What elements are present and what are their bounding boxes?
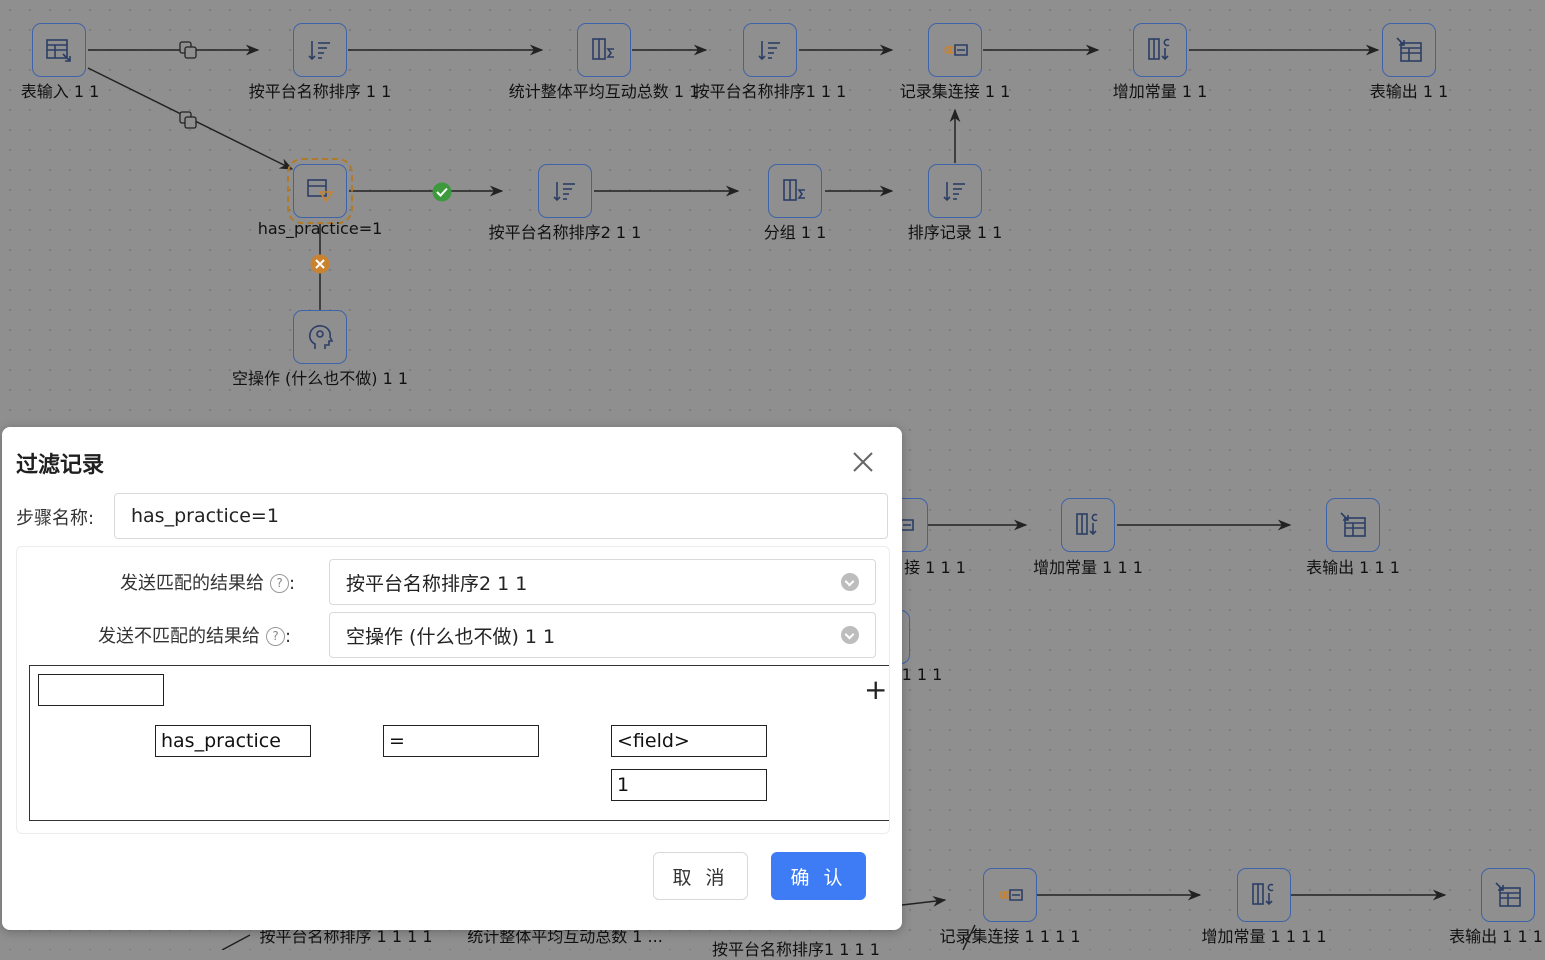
filter-icon <box>307 179 334 203</box>
node-label: 表输入 1 1 <box>20 82 100 101</box>
add-constant-node[interactable] <box>1237 868 1291 922</box>
help-icon[interactable]: ? <box>270 574 289 593</box>
group-by-node[interactable] <box>768 164 822 218</box>
send-true-label: 发送匹配的结果给?: <box>120 573 296 594</box>
node-label: 按平台名称排序1 1 1 1 <box>712 940 880 959</box>
merge-join-node[interactable] <box>983 868 1037 922</box>
table-input-node[interactable] <box>32 23 86 77</box>
add-constant-icon <box>1252 883 1274 906</box>
node-label: 记录集连接 1 1 <box>899 82 1011 101</box>
send-true-select[interactable]: 按平台名称排序2 1 1 <box>329 559 876 605</box>
send-false-label: 发送不匹配的结果给?: <box>98 626 292 647</box>
add-constant-node[interactable] <box>1061 498 1115 552</box>
condition-operator[interactable]: = <box>383 725 539 757</box>
group-by-node[interactable] <box>577 23 631 77</box>
node-label: 排序记录 1 1 <box>907 223 1003 242</box>
table-input-icon <box>46 39 71 62</box>
node-label: 增加常量 1 1 1 1 <box>1201 927 1327 946</box>
add-constant-node[interactable] <box>1133 23 1187 77</box>
node-label: 按平台名称排序1 1 1 <box>693 82 847 101</box>
merge-join-icon <box>999 889 1023 901</box>
step-name-label: 步骤名称: <box>16 508 95 529</box>
chevron-down-icon <box>841 573 859 591</box>
sort-rows-node[interactable] <box>928 164 982 218</box>
table-output-node[interactable] <box>1481 868 1535 922</box>
sort-icon <box>308 41 330 61</box>
sort-icon <box>553 182 575 202</box>
close-icon[interactable] <box>850 449 876 475</box>
copy-hop-icon <box>179 41 197 129</box>
node-label: 按平台名称排序2 1 1 <box>488 223 642 242</box>
add-constant-icon <box>1076 513 1098 536</box>
cancel-button[interactable]: 取 消 <box>653 852 748 900</box>
sort-node[interactable] <box>293 23 347 77</box>
node-label: 按平台名称排序 1 1 <box>248 82 392 101</box>
add-condition-icon[interactable]: + <box>864 676 887 704</box>
sort-node[interactable] <box>743 23 797 77</box>
node-label: 增加常量 1 1 <box>1112 82 1208 101</box>
sort-node[interactable] <box>538 164 592 218</box>
condition-field[interactable]: has_practice <box>155 725 311 757</box>
table-output-node[interactable] <box>1326 498 1380 552</box>
node-label: has_practice=1 <box>257 219 383 238</box>
node-label: 记录集连接 1 1 1 1 <box>939 927 1081 946</box>
dummy-node[interactable] <box>293 310 347 364</box>
node-label: 统计整体平均互动总数 1 1 <box>508 82 700 101</box>
help-icon[interactable]: ? <box>266 627 285 646</box>
node-label: 分组 1 1 <box>763 223 827 242</box>
condition-value-type[interactable]: <field> <box>611 725 767 757</box>
merge-join-icon <box>944 44 968 56</box>
send-false-value: 空操作 (什么也不做) 1 1 <box>346 625 556 648</box>
node-label: 表输出 1 1 1 <box>1449 927 1543 946</box>
send-true-value: 按平台名称排序2 1 1 <box>346 572 528 595</box>
table-output-icon <box>1495 882 1521 907</box>
node-label: 接 1 1 1 <box>904 558 966 577</box>
table-output-icon <box>1340 512 1366 537</box>
filter-rows-dialog: 过滤记录 步骤名称: has_practice=1 发送匹配的结果给?: 按平台… <box>2 427 902 930</box>
chevron-down-icon <box>841 626 859 644</box>
dummy-head-icon <box>308 325 334 349</box>
node-label: 空操作 (什么也不做) 1 1 <box>231 369 409 388</box>
condition-editor[interactable]: + has_practice = <field> 1 <box>29 665 889 821</box>
merge-join-node[interactable] <box>928 23 982 77</box>
aggregate-icon <box>592 38 614 60</box>
condition-negate-box[interactable] <box>38 674 164 706</box>
table-output-node[interactable] <box>1382 23 1436 77</box>
node-label: 表输出 1 1 <box>1369 82 1449 101</box>
send-false-label-text: 发送不匹配的结果给 <box>98 626 260 647</box>
dialog-title: 过滤记录 <box>16 453 105 478</box>
add-constant-icon <box>1148 38 1170 61</box>
condition-value[interactable]: 1 <box>611 769 767 801</box>
ok-button[interactable]: 确 认 <box>771 852 866 900</box>
filter-rows-node[interactable] <box>287 158 353 224</box>
sort-icon <box>943 182 965 202</box>
step-name-input[interactable]: has_practice=1 <box>114 493 888 539</box>
node-label: 增加常量 1 1 1 <box>1033 558 1143 577</box>
send-true-label-text: 发送匹配的结果给 <box>120 573 264 594</box>
node-label: 表输出 1 1 1 <box>1306 558 1400 577</box>
send-false-select[interactable]: 空操作 (什么也不做) 1 1 <box>329 612 876 658</box>
table-output-icon <box>1396 37 1422 62</box>
sort-icon <box>758 41 780 61</box>
aggregate-icon <box>783 179 805 201</box>
node-label: 1 1 1 <box>901 665 943 684</box>
